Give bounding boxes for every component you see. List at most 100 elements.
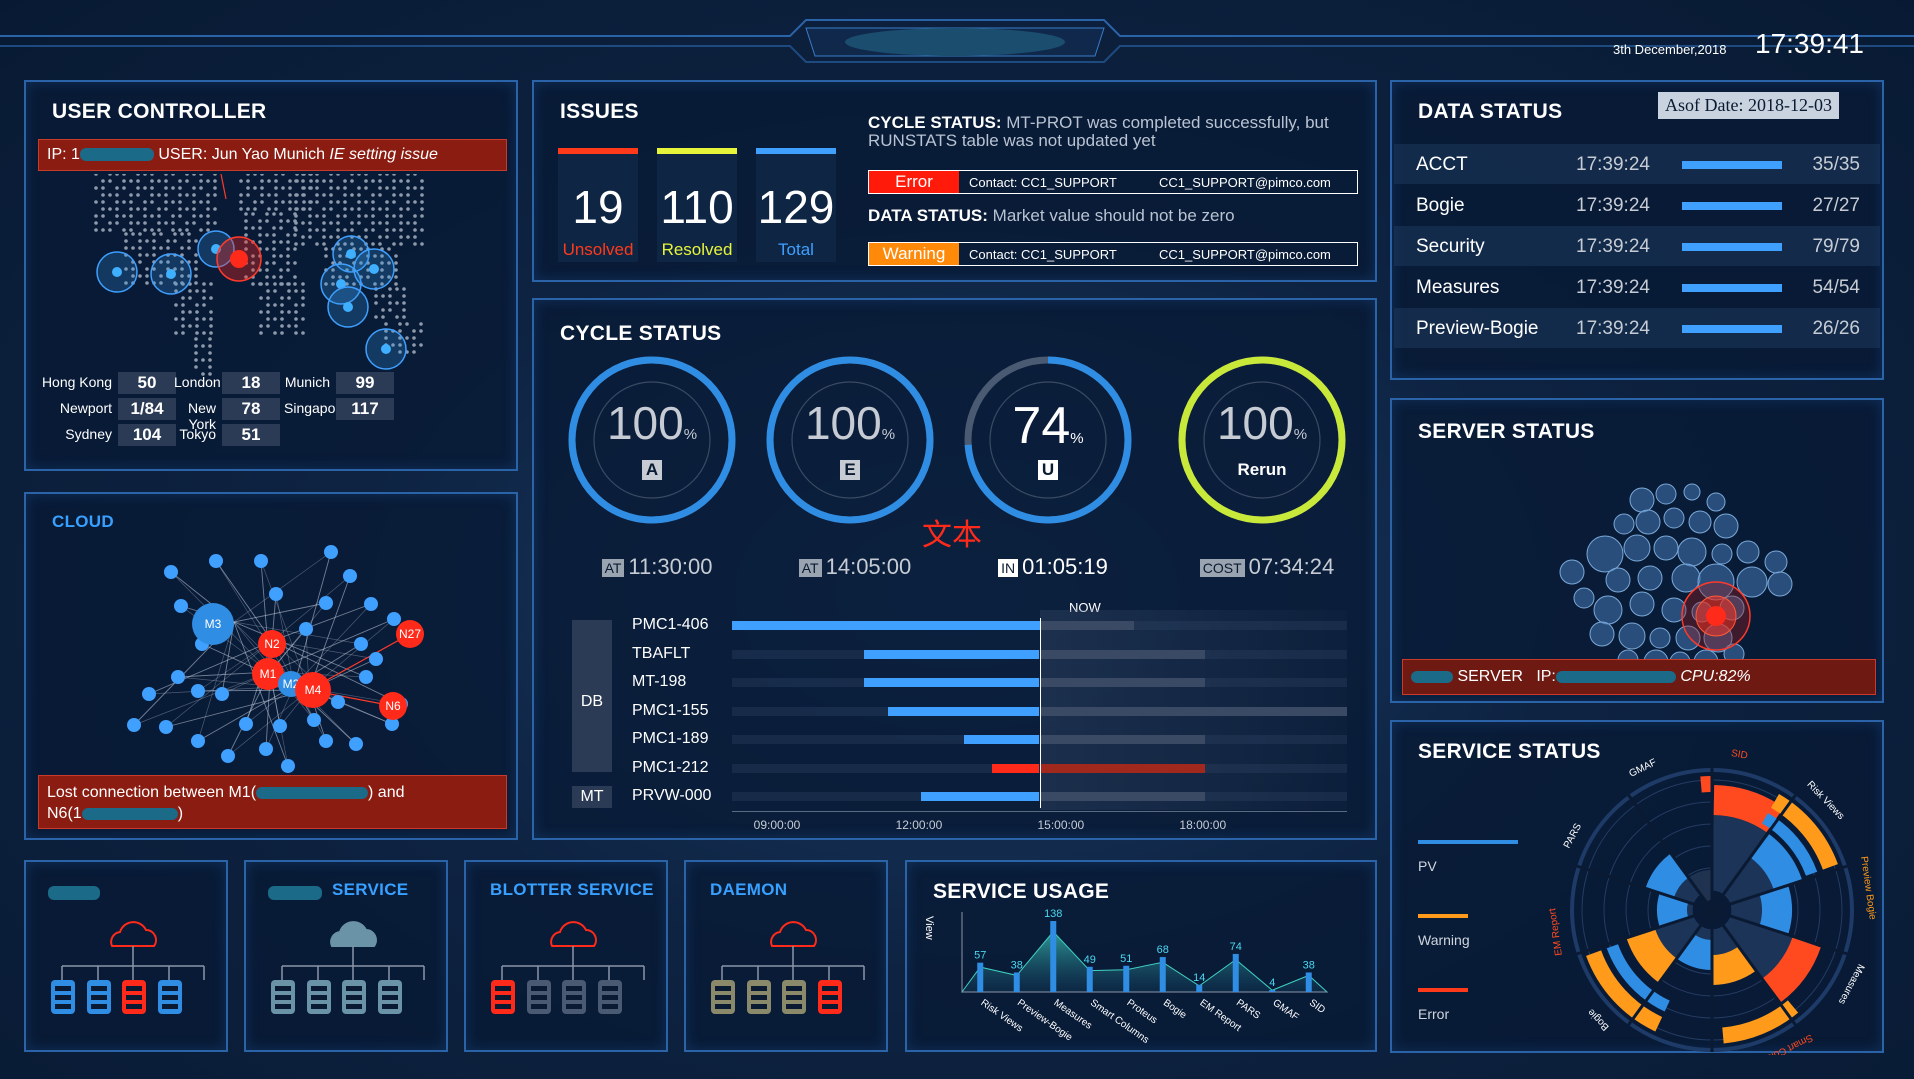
radial-error-arc[interactable] <box>1700 776 1712 793</box>
server-bubble[interactable] <box>1629 591 1655 617</box>
gantt-bar-done[interactable] <box>963 735 1040 744</box>
network-node[interactable] <box>259 742 273 756</box>
network-node[interactable] <box>164 565 178 579</box>
network-node[interactable] <box>319 734 333 748</box>
network-node[interactable] <box>127 718 141 732</box>
server-bubble[interactable] <box>1559 559 1585 585</box>
map-dot <box>194 260 198 264</box>
network-node[interactable] <box>239 717 253 731</box>
network-node[interactable] <box>171 670 185 684</box>
server-bubble[interactable] <box>1663 507 1685 529</box>
server-bubble[interactable] <box>1711 543 1733 565</box>
server-bubble[interactable] <box>1764 550 1788 574</box>
server-alert-banner[interactable]: SERVER IP: CPU:82% <box>1402 659 1876 695</box>
network-node[interactable] <box>254 554 268 568</box>
network-node[interactable] <box>269 587 283 601</box>
gantt-bar-done[interactable] <box>864 678 1040 687</box>
service-card[interactable]: SERVICE <box>244 860 448 1052</box>
network-node[interactable] <box>307 713 321 727</box>
server-icon-slot <box>91 986 107 991</box>
network-node[interactable] <box>174 599 188 613</box>
usage-bar[interactable] <box>1086 966 1093 992</box>
server-bubble[interactable] <box>1688 510 1712 534</box>
usage-bar[interactable] <box>1305 972 1312 992</box>
data-status-row[interactable]: Preview-Bogie 17:39:24 26/26 <box>1394 308 1880 348</box>
warning-contact-row[interactable]: Warning Contact: CC1_SUPPORT CC1_SUPPORT… <box>868 242 1358 266</box>
network-node[interactable] <box>299 622 313 636</box>
usage-bar[interactable] <box>1269 989 1276 992</box>
map-dot <box>406 200 410 204</box>
network-node[interactable] <box>364 597 378 611</box>
network-node[interactable] <box>209 554 223 568</box>
service-card[interactable] <box>24 860 228 1052</box>
server-bubble[interactable] <box>1677 537 1707 567</box>
gantt-bar-done[interactable] <box>888 706 1040 716</box>
data-status-row[interactable]: Bogie 17:39:24 27/27 <box>1394 185 1880 225</box>
server-bubble[interactable] <box>1635 509 1661 535</box>
map-dot <box>294 242 298 246</box>
issue-count-card[interactable]: 129 Total <box>756 154 836 262</box>
data-status-row[interactable]: ACCT 17:39:24 35/35 <box>1394 144 1880 184</box>
usage-bar[interactable] <box>1123 965 1130 992</box>
gantt-bar-done[interactable] <box>921 792 1040 801</box>
network-node[interactable] <box>215 687 229 701</box>
server-bubble[interactable] <box>1589 621 1615 647</box>
network-node[interactable] <box>331 695 345 709</box>
server-bubble[interactable] <box>1649 627 1671 649</box>
data-status-row[interactable]: Measures 17:39:24 54/54 <box>1394 267 1880 307</box>
server-bubble[interactable] <box>1629 487 1655 513</box>
network-node[interactable] <box>354 637 368 651</box>
map-dot <box>181 331 185 335</box>
usage-bar[interactable] <box>1050 921 1057 992</box>
network-node[interactable] <box>319 596 333 610</box>
user-alert-banner[interactable]: IP: 1 USER: Jun Yao Munich IE setting is… <box>38 139 507 171</box>
network-node[interactable] <box>343 569 357 583</box>
server-bubble[interactable] <box>1637 565 1663 591</box>
service-card[interactable]: BLOTTER SERVICE <box>464 860 668 1052</box>
error-contact-row[interactable]: Error Contact: CC1_SUPPORT CC1_SUPPORT@p… <box>868 170 1358 194</box>
map-dot <box>145 281 149 285</box>
server-bubble[interactable] <box>1736 540 1760 564</box>
network-node[interactable] <box>191 734 205 748</box>
cycle-status-heading: CYCLE STATUS: <box>868 114 1002 132</box>
server-bubble[interactable] <box>1593 595 1623 625</box>
network-node[interactable] <box>359 670 373 684</box>
network-node[interactable] <box>324 545 338 559</box>
gantt-bar-done[interactable] <box>992 763 1040 773</box>
cloud-alert-banner[interactable]: Lost connection between M1() and N6(1) <box>38 775 507 829</box>
gantt-bar-done[interactable] <box>864 649 1040 659</box>
server-bubble[interactable] <box>1613 513 1635 535</box>
gantt-bar-planned <box>1039 792 1206 801</box>
gantt-bar-done[interactable] <box>732 621 1040 630</box>
server-bubble[interactable] <box>1767 571 1793 597</box>
server-bubble[interactable] <box>1655 483 1677 505</box>
issue-count-card[interactable]: 19 Unsolved <box>558 154 638 262</box>
network-node[interactable] <box>349 737 363 751</box>
server-bubble[interactable] <box>1623 534 1651 562</box>
issue-count-card[interactable]: 110 Resolved <box>657 154 737 262</box>
usage-bar[interactable] <box>1196 984 1203 992</box>
network-node[interactable] <box>281 759 295 773</box>
map-dot <box>301 207 305 211</box>
usage-bar[interactable] <box>1159 957 1166 992</box>
network-node[interactable] <box>387 612 401 626</box>
usage-bar[interactable] <box>1232 953 1239 992</box>
network-node[interactable] <box>191 684 205 698</box>
server-bubble[interactable] <box>1618 622 1646 650</box>
server-bubble[interactable] <box>1653 535 1679 561</box>
network-node[interactable] <box>159 720 173 734</box>
network-node[interactable] <box>142 687 156 701</box>
data-status-row[interactable]: Security 17:39:24 79/79 <box>1394 226 1880 266</box>
network-node[interactable] <box>369 652 383 666</box>
usage-bar[interactable] <box>977 962 984 992</box>
server-bubble[interactable] <box>1683 483 1701 501</box>
server-bubble[interactable] <box>1605 567 1631 593</box>
server-bubble[interactable] <box>1713 513 1739 539</box>
usage-bar[interactable] <box>1013 972 1020 992</box>
server-bubble[interactable] <box>1586 535 1624 573</box>
network-node[interactable] <box>221 749 235 763</box>
network-node[interactable] <box>273 719 287 733</box>
server-bubble[interactable] <box>1573 587 1595 609</box>
server-bubble[interactable] <box>1706 492 1726 512</box>
service-card[interactable]: DAEMON <box>684 860 888 1052</box>
